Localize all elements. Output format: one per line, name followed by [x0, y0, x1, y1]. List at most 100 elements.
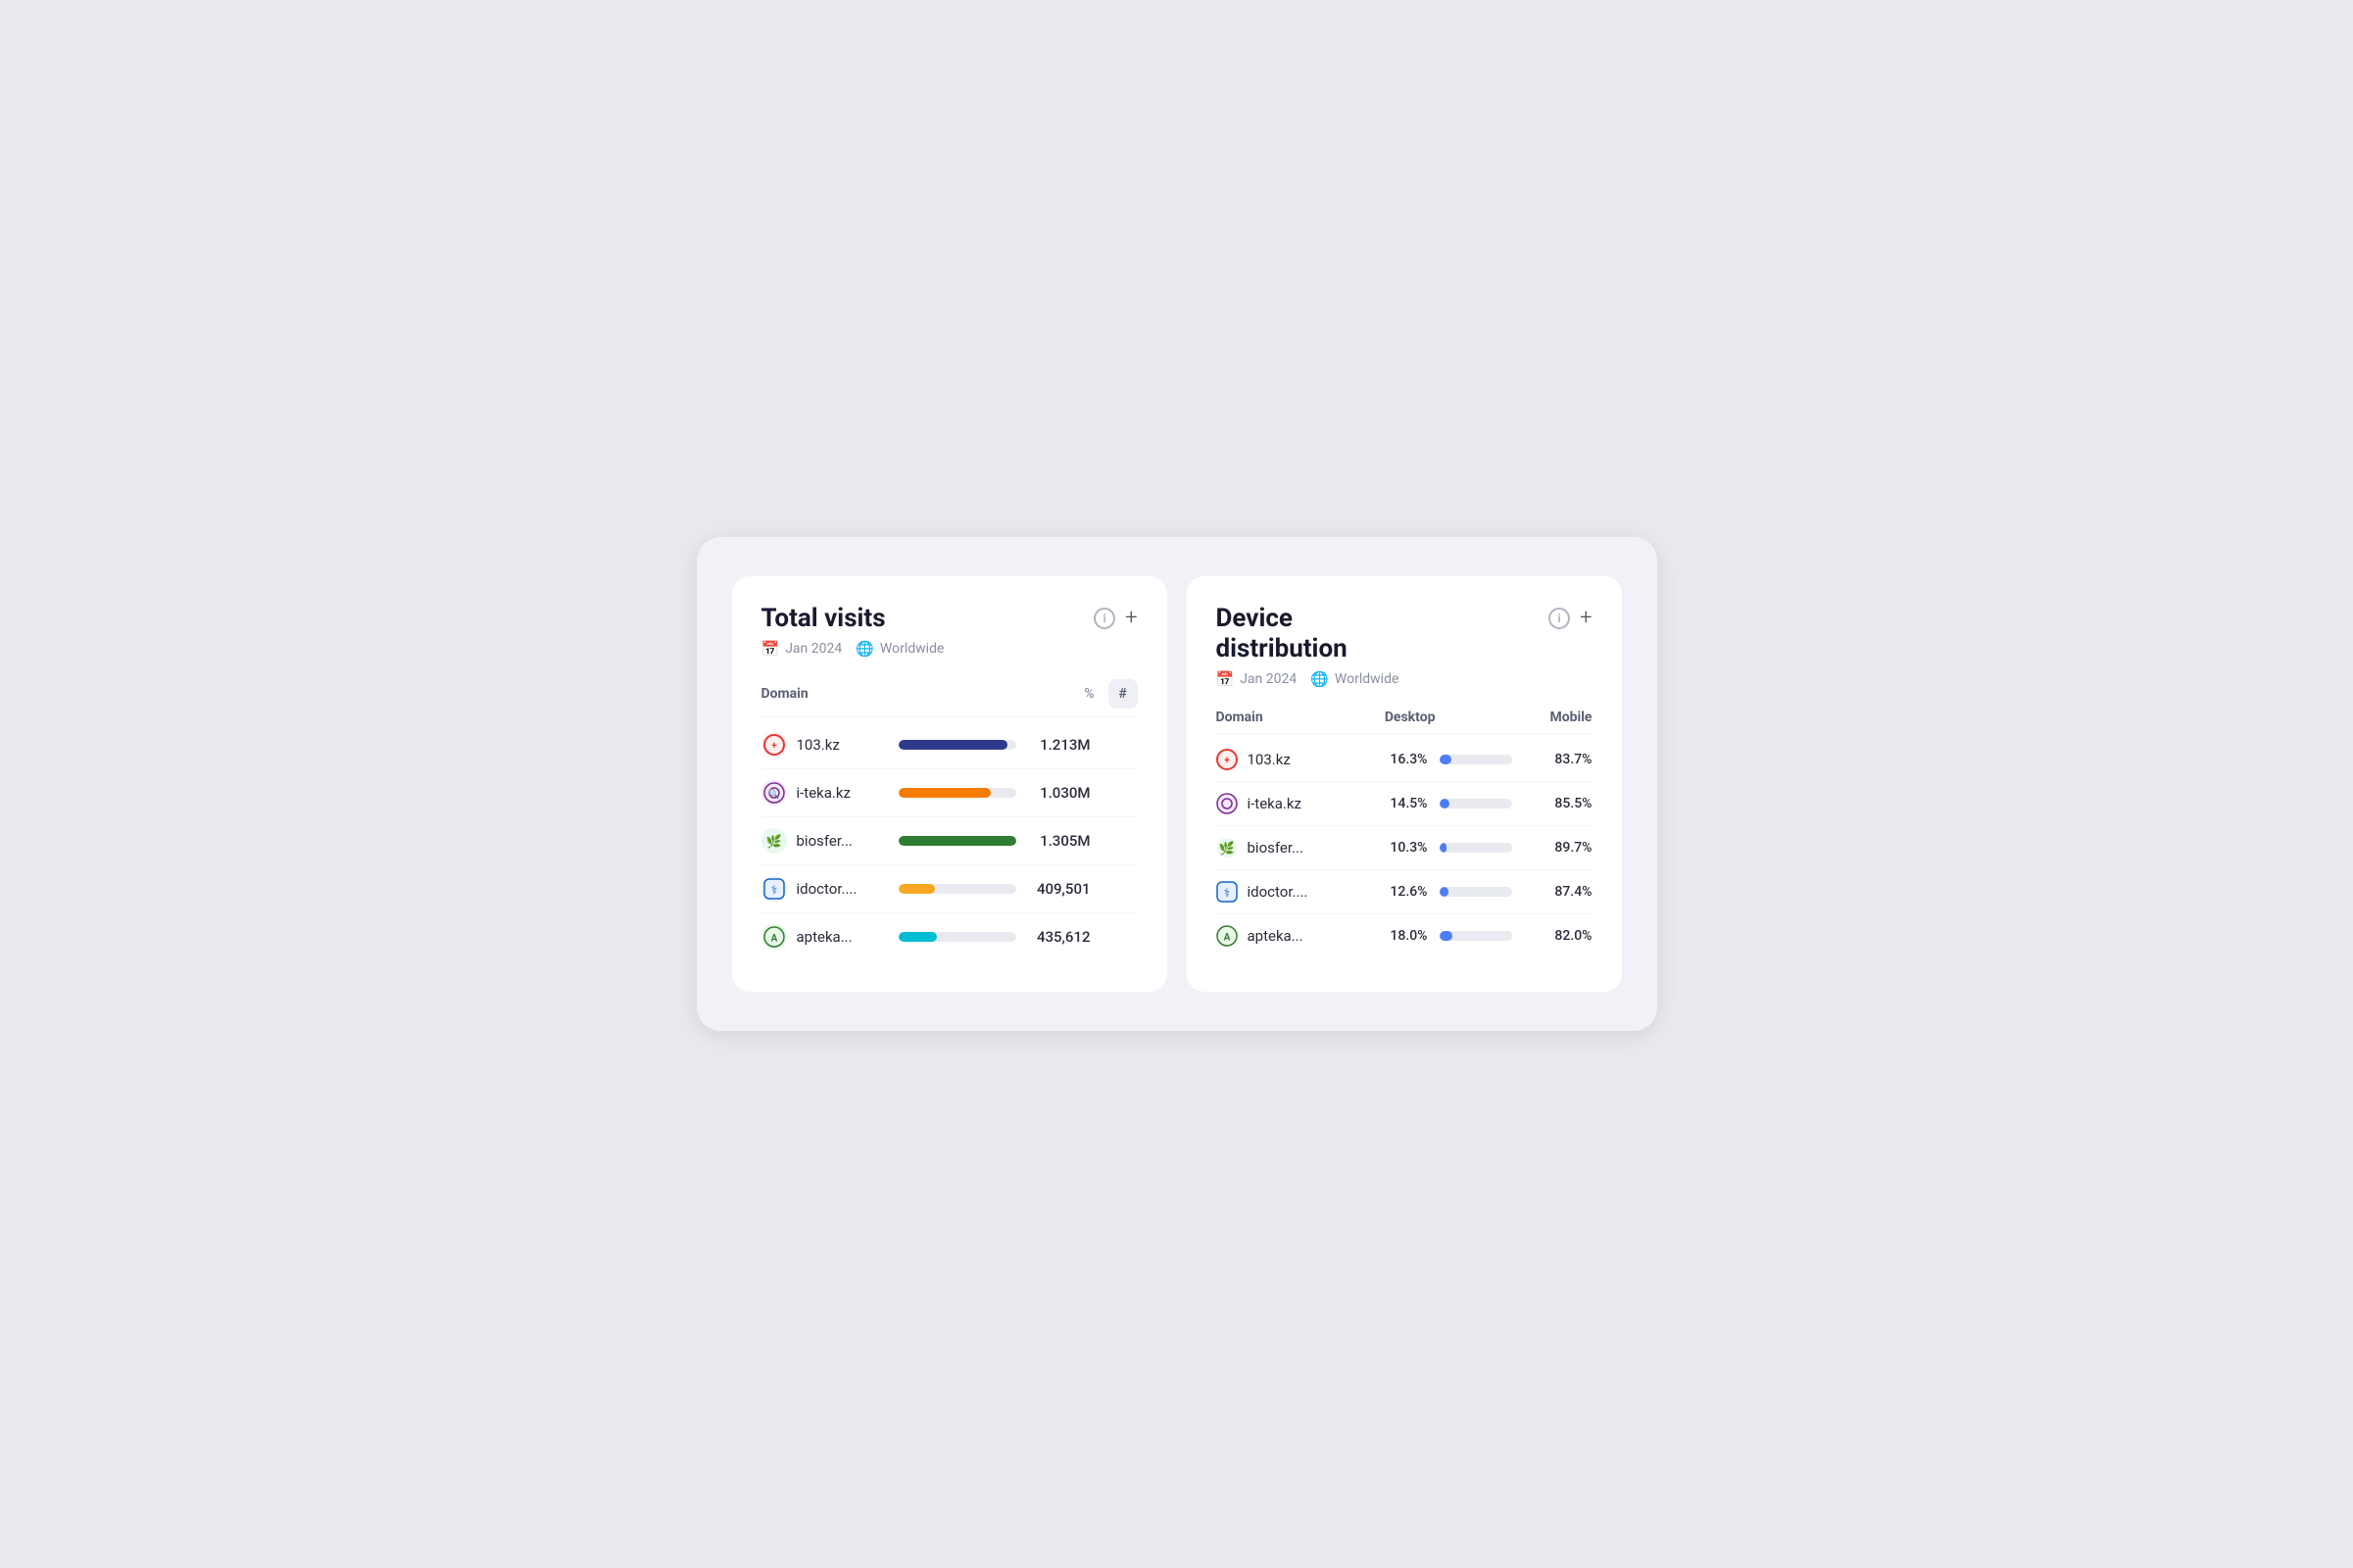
device-bar-cell-103 [1432, 755, 1520, 764]
subtitle-row-right: 📅 Jan 2024 🌐 Worldwide [1216, 670, 1593, 688]
device-bar-fill-biosfer [1440, 843, 1447, 853]
svg-text:+: + [1224, 756, 1230, 766]
domain-name-biosfer: biosfer... [797, 832, 853, 850]
favicon-idoctor-dev: ⚕ [1216, 881, 1238, 903]
globe-icon-right: 🌐 [1310, 670, 1329, 688]
favicon-idoctor: ⚕ [761, 876, 787, 902]
date-filter-right[interactable]: 📅 Jan 2024 [1216, 670, 1298, 688]
info-icon-right[interactable]: i [1548, 608, 1570, 629]
dashboard-container: Total visits i + 📅 Jan 2024 🌐 Worldwide … [697, 537, 1657, 1031]
device-bar-track-biosfer [1440, 843, 1512, 853]
value-103: 1.213M [1028, 736, 1091, 754]
device-bar-fill-iteka [1440, 799, 1450, 808]
panel-header-left: Total visits i + [761, 604, 1138, 634]
col-mobile-header: Mobile [1524, 710, 1593, 725]
panel-header-right: Devicedistribution i + [1216, 604, 1593, 664]
device-distribution-title: Devicedistribution [1216, 604, 1348, 664]
domain-name-iteka: i-teka.kz [797, 784, 851, 802]
bar-fill-iteka [899, 788, 992, 798]
favicon-biosfer-dev: 🌿 [1216, 837, 1238, 858]
mobile-pct-idoctor: 87.4% [1524, 884, 1593, 900]
device-bar-cell-idoctor [1432, 887, 1520, 897]
bar-track-103 [899, 740, 1016, 750]
value-iteka: 1.030M [1028, 784, 1091, 802]
domain-cell-103-dev: + 103.kz [1216, 749, 1355, 770]
date-filter-left[interactable]: 📅 Jan 2024 [761, 640, 843, 658]
date-label-left: Jan 2024 [785, 641, 842, 657]
favicon-103: + [761, 732, 787, 758]
domain-cell-idoctor: ⚕ idoctor.... [761, 876, 889, 902]
bar-track-iteka [899, 788, 1016, 798]
favicon-biosfer: 🌿 [761, 828, 787, 854]
table-row: 🔍 i-teka.kz 1.030M [761, 769, 1138, 817]
geo-label-left: Worldwide [880, 641, 944, 657]
device-distribution-panel: Devicedistribution i + 📅 Jan 2024 🌐 Worl… [1187, 576, 1622, 992]
value-biosfer: 1.305M [1028, 832, 1091, 850]
bar-track-apteka [899, 932, 1016, 942]
favicon-apteka-dev: A [1216, 925, 1238, 947]
device-table-header: Domain Desktop Mobile [1216, 710, 1593, 734]
domain-cell-apteka: A apteka... [761, 924, 889, 950]
device-bar-fill-idoctor [1440, 887, 1448, 897]
svg-text:A: A [770, 934, 777, 945]
value-apteka: 435,612 [1028, 928, 1091, 946]
add-widget-button-right[interactable]: + [1580, 608, 1592, 629]
domain-cell-idoctor-dev: ⚕ idoctor.... [1216, 881, 1355, 903]
table-header-left: Domain % # [761, 679, 1138, 717]
domain-name-apteka: apteka... [797, 928, 853, 946]
bar-fill-idoctor [899, 884, 935, 894]
svg-text:+: + [771, 741, 777, 752]
domain-name-103: 103.kz [797, 736, 840, 754]
table-row: A apteka... 435,612 [761, 913, 1138, 960]
desktop-pct-103: 16.3% [1359, 752, 1428, 767]
bar-track-biosfer [899, 836, 1016, 846]
bar-cell-103: 1.213M [899, 736, 1128, 754]
domain-biosfer-dev: biosfer... [1248, 839, 1303, 857]
table-row: A apteka... 18.0% 82.0% [1216, 914, 1593, 957]
desktop-pct-apteka: 18.0% [1359, 928, 1428, 944]
domain-cell-biosfer-dev: 🌿 biosfer... [1216, 837, 1355, 858]
bar-fill-biosfer [899, 836, 1016, 846]
geo-filter-left[interactable]: 🌐 Worldwide [856, 640, 944, 658]
device-bar-cell-biosfer [1432, 843, 1520, 853]
domain-cell-iteka-dev: i-teka.kz [1216, 793, 1355, 814]
mobile-pct-iteka: 85.5% [1524, 796, 1593, 811]
bar-cell-apteka: 435,612 [899, 928, 1128, 946]
date-label-right: Jan 2024 [1240, 671, 1297, 687]
device-bar-track-iteka [1440, 799, 1512, 808]
svg-text:⚕: ⚕ [770, 883, 777, 897]
header-actions-left: i + [1094, 608, 1137, 629]
geo-filter-right[interactable]: 🌐 Worldwide [1310, 670, 1398, 688]
desktop-pct-iteka: 14.5% [1359, 796, 1428, 811]
table-row: ⚕ idoctor.... 12.6% 87.4% [1216, 870, 1593, 914]
col-domain-right: Domain [1216, 710, 1367, 725]
bar-fill-apteka [899, 932, 938, 942]
desktop-pct-biosfer: 10.3% [1359, 840, 1428, 856]
bar-cell-idoctor: 409,501 [899, 880, 1128, 898]
toggle-hash-button[interactable]: # [1108, 679, 1138, 709]
table-row: 🌿 biosfer... 10.3% 89.7% [1216, 826, 1593, 870]
mobile-pct-apteka: 82.0% [1524, 928, 1593, 944]
total-visits-title: Total visits [761, 604, 886, 634]
table-row: ⚕ idoctor.... 409,501 [761, 865, 1138, 913]
device-bar-cell-iteka [1432, 799, 1520, 808]
domain-cell-iteka: 🔍 i-teka.kz [761, 780, 889, 806]
table-row: + 103.kz 16.3% 83.7% [1216, 738, 1593, 782]
device-bar-track-103 [1440, 755, 1512, 764]
globe-icon-left: 🌐 [856, 640, 874, 658]
info-icon-left[interactable]: i [1094, 608, 1115, 629]
table-row: + 103.kz 1.213M [761, 721, 1138, 769]
domain-cell-103: + 103.kz [761, 732, 889, 758]
svg-text:A: A [1223, 933, 1230, 944]
favicon-103-dev: + [1216, 749, 1238, 770]
calendar-icon-right: 📅 [1216, 670, 1235, 688]
value-idoctor: 409,501 [1028, 880, 1091, 898]
svg-text:🌿: 🌿 [1218, 841, 1234, 857]
domain-name-idoctor: idoctor.... [797, 880, 858, 898]
device-bar-fill-103 [1440, 755, 1451, 764]
svg-text:🌿: 🌿 [765, 834, 781, 850]
favicon-iteka: 🔍 [761, 780, 787, 806]
domain-iteka-dev: i-teka.kz [1248, 795, 1301, 812]
col-domain-left: Domain [761, 686, 1085, 702]
add-widget-button-left[interactable]: + [1125, 608, 1137, 629]
